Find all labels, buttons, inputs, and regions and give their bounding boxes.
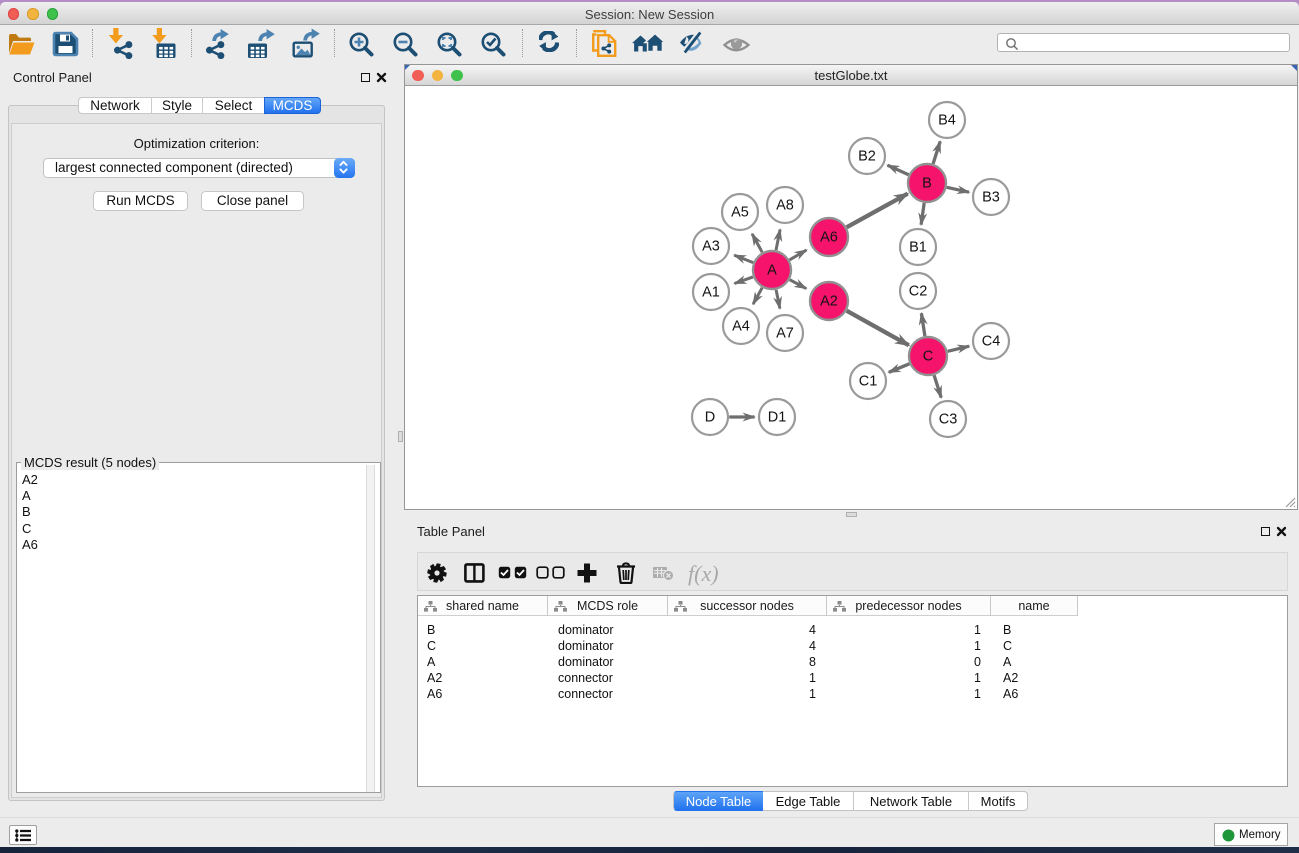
svg-text:B1: B1 bbox=[909, 240, 927, 256]
svg-text:A2: A2 bbox=[820, 294, 838, 310]
svg-text:B2: B2 bbox=[858, 149, 876, 165]
svg-text:C: C bbox=[923, 349, 933, 365]
svg-text:C4: C4 bbox=[982, 334, 1001, 350]
svg-text:A4: A4 bbox=[732, 319, 750, 335]
svg-text:B4: B4 bbox=[938, 113, 956, 129]
svg-text:B3: B3 bbox=[982, 190, 1000, 206]
svg-text:A8: A8 bbox=[776, 198, 794, 214]
svg-text:D: D bbox=[705, 410, 715, 426]
svg-text:A6: A6 bbox=[820, 230, 838, 246]
svg-text:A: A bbox=[767, 263, 777, 279]
svg-text:C1: C1 bbox=[859, 374, 878, 390]
svg-text:D1: D1 bbox=[768, 410, 787, 426]
svg-text:A1: A1 bbox=[702, 285, 720, 301]
svg-text:A5: A5 bbox=[731, 205, 749, 221]
svg-text:A7: A7 bbox=[776, 326, 794, 342]
svg-text:B: B bbox=[922, 176, 932, 192]
svg-text:C3: C3 bbox=[939, 412, 958, 428]
svg-text:A3: A3 bbox=[702, 239, 720, 255]
svg-text:C2: C2 bbox=[909, 284, 928, 300]
